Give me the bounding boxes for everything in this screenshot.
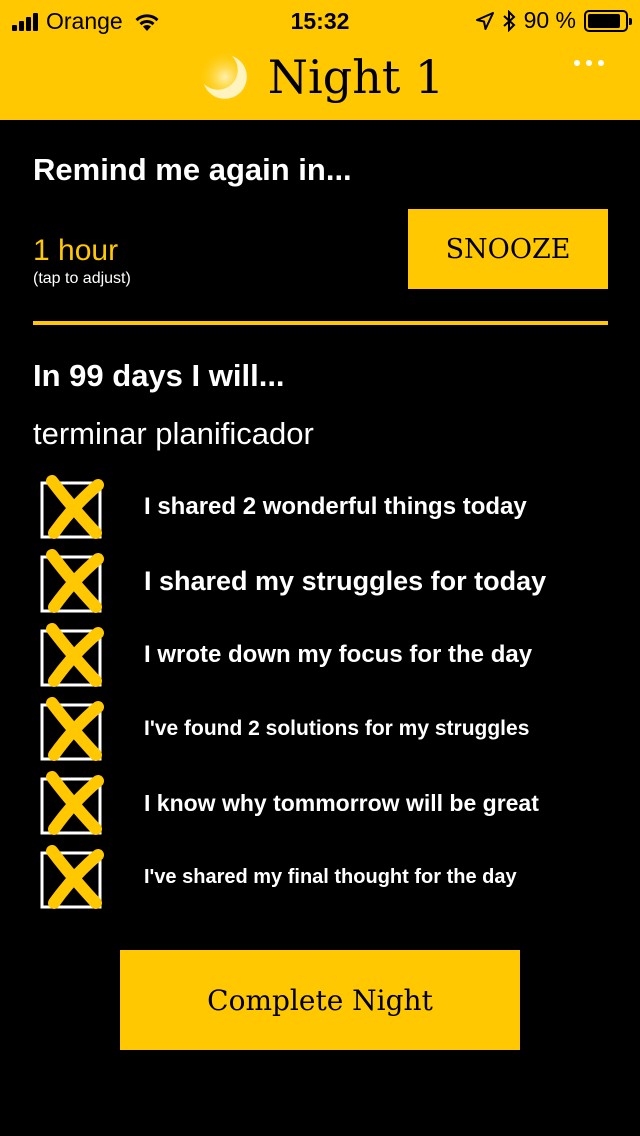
checklist-item-label: I've found 2 solutions for my struggles (144, 717, 530, 740)
checked-checkbox-icon[interactable] (40, 771, 104, 835)
complete-night-button[interactable]: Complete Night (120, 950, 520, 1050)
goal-heading: In 99 days I will... (33, 358, 285, 393)
remind-heading: Remind me again in... (33, 152, 352, 187)
moon-icon (196, 49, 253, 105)
checklist-item[interactable]: I wrote down my focus for the day (40, 623, 620, 687)
battery-percent: 90 % (523, 7, 576, 33)
nav-title-group: Night 1 (0, 42, 640, 112)
header: Orange 15:32 90 % Night 1 (0, 0, 640, 120)
goal-text: terminar planificador (33, 416, 314, 451)
checklist-item[interactable]: I've found 2 solutions for my struggles (40, 697, 620, 761)
duration-hint: (tap to adjust) (33, 270, 131, 287)
status-right: 90 % (475, 7, 632, 34)
checklist-item-label: I've shared my final thought for the day (144, 865, 517, 888)
checklist-item[interactable]: I've shared my final thought for the day (40, 845, 620, 909)
checklist-item-label: I know why tommorrow will be great (144, 789, 539, 816)
checked-checkbox-icon[interactable] (40, 475, 104, 539)
checked-checkbox-icon[interactable] (40, 845, 104, 909)
bluetooth-icon (502, 9, 516, 32)
location-arrow-icon (475, 11, 494, 30)
checklist-item-label: I shared 2 wonderful things today (144, 493, 527, 520)
more-options-button[interactable] (574, 60, 604, 66)
checked-checkbox-icon[interactable] (40, 549, 104, 613)
checked-checkbox-icon[interactable] (40, 623, 104, 687)
battery-icon (584, 9, 632, 32)
divider (33, 321, 608, 325)
checklist-item-label: I shared my struggles for today (144, 565, 547, 596)
checklist-item-label: I wrote down my focus for the day (144, 641, 533, 668)
checklist-item[interactable]: I shared 2 wonderful things today (40, 475, 620, 539)
checked-checkbox-icon[interactable] (40, 697, 104, 761)
checklist-item[interactable]: I know why tommorrow will be great (40, 771, 620, 835)
status-bar: Orange 15:32 90 % (0, 0, 640, 40)
page-title: Night 1 (267, 50, 445, 104)
more-icon (574, 60, 580, 66)
checklist-item[interactable]: I shared my struggles for today (40, 549, 620, 613)
snooze-button[interactable]: SNOOZE (408, 209, 608, 289)
snooze-duration-value[interactable]: 1 hour (33, 234, 118, 268)
